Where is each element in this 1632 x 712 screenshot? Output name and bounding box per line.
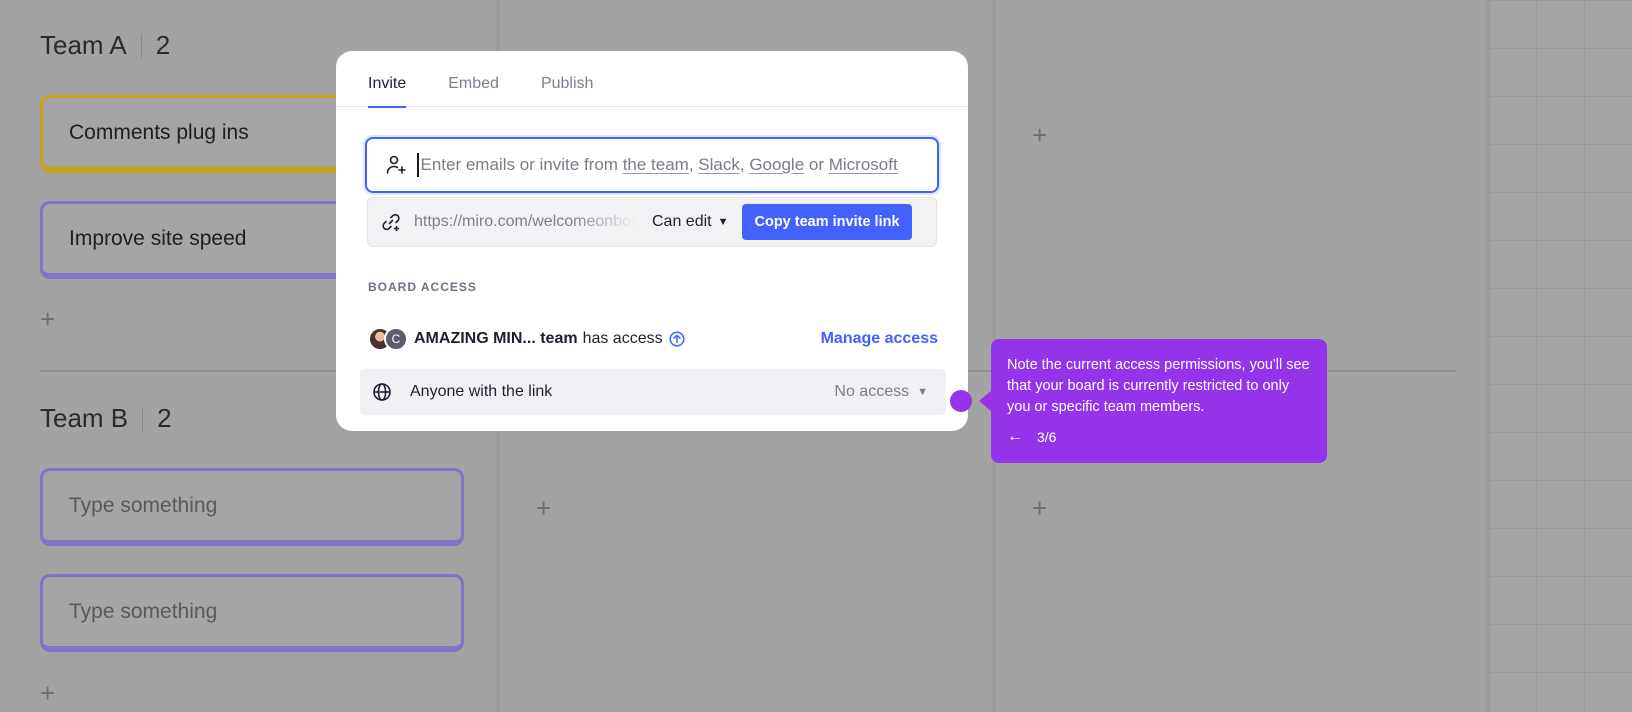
link-access-row: Anyone with the link No access ▼ — [360, 369, 946, 415]
team-a-header: Team A 2 — [40, 30, 170, 61]
invite-placeholder: Enter emails or invite from the team, Sl… — [420, 155, 898, 174]
guide-text: Note the current access permissions, you… — [1007, 357, 1310, 415]
team-b-name: Team B — [40, 403, 129, 433]
link-access-dropdown[interactable]: No access ▼ — [834, 383, 928, 401]
slack-link[interactable]: Slack — [698, 155, 740, 174]
team-name: AMAZING MIN... team — [414, 330, 578, 347]
permission-dropdown[interactable]: Can edit ▼ — [652, 213, 728, 231]
tab-invite[interactable]: Invite — [368, 51, 407, 108]
team-b-count: 2 — [157, 403, 172, 433]
add-card-button[interactable]: + — [40, 680, 55, 706]
guide-step: 3/6 — [1037, 429, 1057, 445]
link-access-label: Anyone with the link — [410, 383, 553, 400]
chevron-down-icon: ▼ — [917, 386, 928, 398]
add-card-button[interactable]: + — [1032, 495, 1047, 521]
card-placeholder: Type something — [69, 599, 218, 623]
avatar-group: C — [368, 327, 408, 351]
card-text: Improve site speed — [69, 226, 247, 250]
tab-embed[interactable]: Embed — [448, 51, 499, 107]
text-caret — [417, 153, 419, 177]
board-grid — [1488, 0, 1632, 712]
link-access-value: No access — [834, 383, 910, 400]
back-arrow-icon[interactable]: ← — [1007, 428, 1023, 446]
manage-access-link[interactable]: Manage access — [821, 330, 938, 348]
sticky-card[interactable]: Type something — [40, 468, 464, 546]
avatar: C — [384, 327, 408, 351]
guide-hotspot-dot — [950, 390, 972, 412]
sticky-card[interactable]: Type something — [40, 574, 464, 652]
team-a-count: 2 — [155, 30, 171, 60]
column-divider — [1486, 0, 1490, 712]
globe-icon — [373, 383, 391, 401]
microsoft-link[interactable]: Microsoft — [829, 155, 898, 174]
invite-input[interactable]: Enter emails or invite from the team, Sl… — [365, 137, 939, 193]
add-card-button[interactable]: + — [40, 306, 55, 332]
chevron-down-icon: ▼ — [717, 216, 729, 228]
permission-value: Can edit — [652, 213, 712, 230]
modal-tabs: Invite Embed Publish — [336, 51, 968, 108]
upgrade-icon[interactable] — [669, 331, 685, 347]
board-access-label: BOARD ACCESS — [368, 280, 477, 294]
tab-publish[interactable]: Publish — [541, 51, 593, 107]
guide-tooltip: Note the current access permissions, you… — [979, 339, 1327, 463]
google-link[interactable]: Google — [749, 155, 804, 174]
team-access-row: C AMAZING MIN... team has access Manage … — [368, 323, 938, 355]
share-modal: Invite Embed Publish Enter emails or inv… — [336, 51, 968, 431]
has-access-text: has access — [582, 330, 663, 347]
link-icon — [382, 213, 400, 232]
card-text: Comments plug ins — [69, 120, 249, 144]
invite-link-row: https://miro.com/welcomeonboard Can edit… — [367, 197, 937, 247]
invite-link-url[interactable]: https://miro.com/welcomeonboard — [414, 213, 638, 231]
team-a-name: Team A — [40, 30, 127, 60]
add-card-button[interactable]: + — [536, 495, 551, 521]
team-b-header: Team B 2 — [40, 403, 172, 434]
copy-invite-link-button[interactable]: Copy team invite link — [742, 204, 912, 240]
guide-nav: ← 3/6 — [1007, 428, 1311, 446]
add-card-button[interactable]: + — [1032, 122, 1047, 148]
add-user-icon — [386, 155, 406, 174]
the-team-link[interactable]: the team — [623, 155, 689, 174]
header-separator — [142, 406, 144, 431]
header-separator — [140, 33, 142, 58]
card-placeholder: Type something — [69, 493, 218, 517]
